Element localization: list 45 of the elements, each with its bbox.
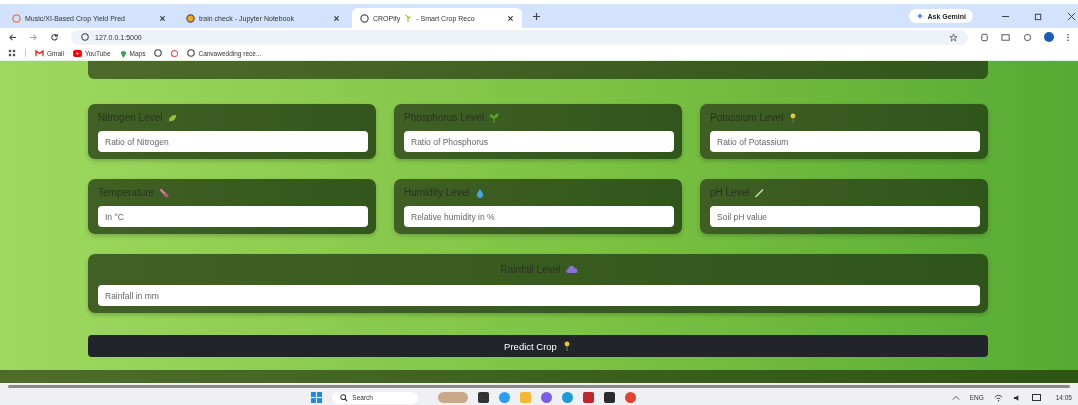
globe-icon[interactable] <box>187 49 196 57</box>
seedling-icon <box>489 113 500 123</box>
input-field[interactable]: Ratio of Phosphorus <box>404 131 674 152</box>
site-info-icon[interactable] <box>81 33 89 41</box>
predict-button[interactable]: Predict Crop <box>88 335 988 357</box>
star-icon[interactable] <box>949 32 958 42</box>
wheat-icon <box>404 14 413 22</box>
start-icon[interactable] <box>311 392 323 403</box>
taskbar-app-icon[interactable] <box>583 392 595 403</box>
play-icon[interactable] <box>73 49 82 57</box>
globe-icon[interactable] <box>154 49 163 57</box>
close-icon[interactable] <box>159 14 166 22</box>
map-pin-icon[interactable] <box>119 48 127 58</box>
thermo-icon <box>159 188 170 198</box>
site-icon <box>12 13 21 23</box>
wifi-icon[interactable] <box>993 393 1003 402</box>
taskbar-app-icon[interactable] <box>478 392 490 403</box>
menu-icon[interactable] <box>1066 32 1070 42</box>
input-field[interactable]: Soil pH value <box>710 206 980 227</box>
close-icon[interactable] <box>507 14 514 22</box>
drop-icon <box>474 188 485 198</box>
close-window-icon[interactable] <box>1067 11 1076 21</box>
leaf-icon <box>167 113 178 123</box>
input-field[interactable]: In °C <box>98 206 368 227</box>
input-field[interactable]: Ratio of Nitrogen <box>98 131 368 152</box>
chevron-up-icon[interactable] <box>951 394 960 401</box>
site-icon <box>360 13 369 23</box>
back-icon[interactable] <box>8 32 17 42</box>
new-tab-icon[interactable] <box>532 11 541 21</box>
restore-icon[interactable] <box>1034 11 1043 21</box>
cloud-icon <box>565 266 578 274</box>
close-icon[interactable] <box>333 14 340 22</box>
apps-grid-icon[interactable] <box>8 49 16 57</box>
input-field[interactable]: Rainfall in mm <box>98 285 980 306</box>
terminal-icon[interactable] <box>604 392 616 403</box>
profile-avatar-icon[interactable] <box>1044 32 1054 42</box>
battery-icon[interactable] <box>1031 394 1042 401</box>
envelope-m-icon[interactable] <box>35 49 44 57</box>
scrollbar-thumb[interactable] <box>8 385 1070 388</box>
input-field[interactable]: Ratio of Potassium <box>710 131 980 152</box>
site-icon <box>186 13 195 23</box>
input-field[interactable]: Relative humidity in % <box>404 206 674 227</box>
search-icon <box>340 393 349 402</box>
reload-icon[interactable] <box>50 32 59 42</box>
sparkle-icon <box>916 12 925 20</box>
